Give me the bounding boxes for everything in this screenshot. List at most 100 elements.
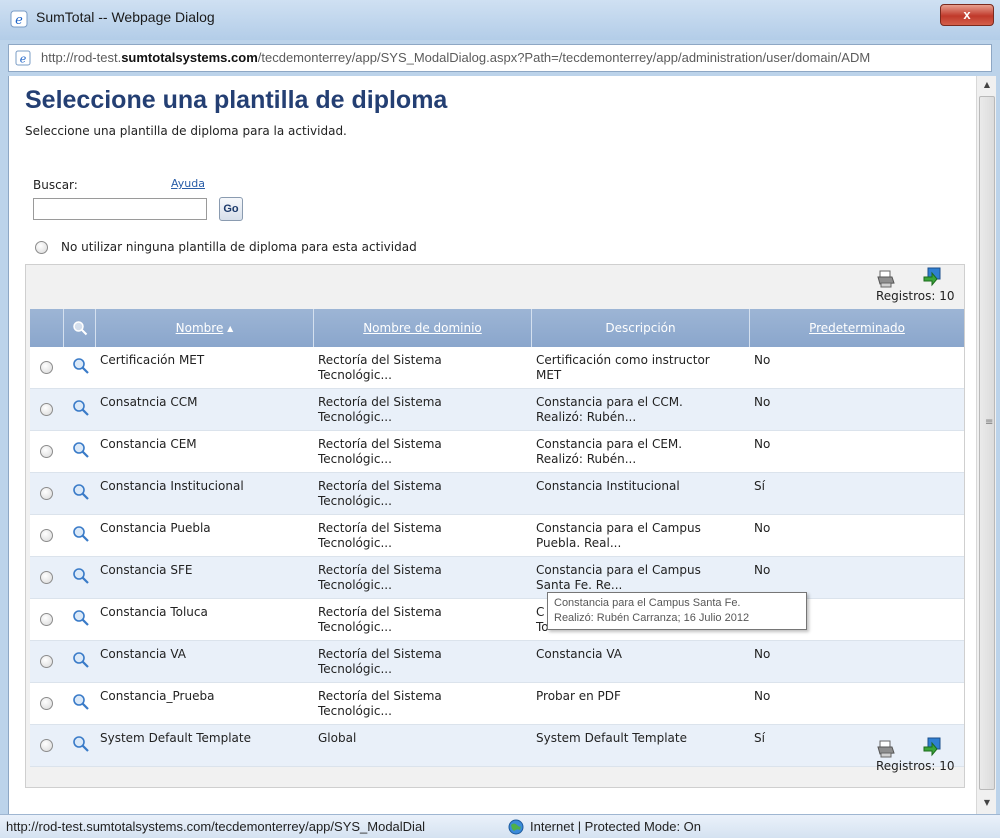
table-row[interactable]: Constancia VA Rectoría del Sistema Tecnoló… [30,641,964,683]
row-select-radio[interactable] [40,697,53,710]
row-description-line1: Constancia Institucional [536,479,680,493]
svg-text:e: e [20,53,27,66]
no-template-radio[interactable] [35,241,48,254]
table-row[interactable]: Constancia Institucional Rectoría del Sis… [30,473,964,515]
row-description-line1: Constancia para el CCM. [536,395,683,409]
row-domain-line2: Tecnológic... [318,494,392,508]
row-description: Certificación como instructor MET [536,353,746,383]
row-select-radio[interactable] [40,655,53,668]
row-description: Probar en PDF [536,689,746,704]
row-domain-line1: Rectoría del Sistema [318,353,442,367]
row-default: No [754,521,771,535]
row-domain-line2: Tecnológic... [318,452,392,466]
page-subtitle: Seleccione una plantilla de diploma para… [25,124,347,138]
address-suffix: /tecdemonterrey/app/SYS_ModalDialog.aspx… [257,50,871,65]
header-default-label: Predeterminado [809,321,905,335]
records-count-bottom: Registros: 10 [876,759,955,773]
tooltip-line1: Constancia para el Campus Santa Fe. [554,597,741,609]
row-name: Consatncia CCM [100,395,198,409]
row-description-line1: Certificación como instructor [536,353,710,367]
row-domain: Rectoría del Sistema Tecnológic... [318,395,528,425]
address-prefix: http://rod-test. [41,50,122,65]
magnifier-icon[interactable] [72,651,90,669]
row-domain: Rectoría del Sistema Tecnológic... [318,647,528,677]
scroll-up-icon[interactable]: ▲ [977,76,997,94]
tooltip-line2: Realizó: Rubén Carranza; 16 Julio 2012 [554,612,750,624]
print-icon-bottom[interactable] [876,739,896,759]
row-description-line2: Realizó: Rubén... [536,410,637,424]
status-bar: http://rod-test.sumtotalsystems.com/tecd… [0,814,1000,838]
row-domain-line2: Tecnológic... [318,578,392,592]
export-icon[interactable] [922,267,942,287]
row-domain-line1: Rectoría del Sistema [318,437,442,451]
description-tooltip: Constancia para el Campus Santa Fe. Real… [547,592,807,630]
status-url: http://rod-test.sumtotalsystems.com/tecd… [6,819,426,834]
table-row[interactable]: Constancia_Prueba Rectoría del Sistema Tec… [30,683,964,725]
row-select-radio[interactable] [40,403,53,416]
header-view [64,309,96,347]
search-label: Buscar: [33,178,78,192]
row-name: Constancia SFE [100,563,193,577]
row-domain-line2: Tecnológic... [318,620,392,634]
row-domain: Rectoría del Sistema Tecnológic... [318,605,528,635]
row-select-radio[interactable] [40,487,53,500]
row-description: Constancia para el CCM. Realizó: Rubén... [536,395,746,425]
records-count-top: Registros: 10 [876,289,955,303]
globe-icon [508,819,524,835]
row-select-radio[interactable] [40,739,53,752]
magnifier-icon[interactable] [72,525,90,543]
scroll-down-icon[interactable]: ▼ [977,794,997,812]
table-row[interactable]: Consatncia CCM Rectoría del Sistema Tecnol… [30,389,964,431]
row-description-line1: System Default Template [536,731,687,745]
row-domain: Rectoría del Sistema Tecnológic... [318,521,528,551]
header-description: Descripción [532,309,750,347]
magnifier-icon[interactable] [72,441,90,459]
magnifier-icon[interactable] [72,735,90,753]
table-row[interactable]: Constancia CEM Rectoría del Sistema Tecnol… [30,431,964,473]
print-icon[interactable] [876,269,896,289]
row-select-radio[interactable] [40,361,53,374]
magnifier-icon[interactable] [72,399,90,417]
row-default: No [754,689,771,703]
svg-text:e: e [15,13,23,28]
go-button[interactable]: Go [219,197,243,221]
table-row[interactable]: Certificación MET Rectoría del Sistema Tec… [30,347,964,389]
row-name: Constancia Institucional [100,479,244,493]
row-description-line1: Probar en PDF [536,689,621,703]
row-description: Constancia Institucional [536,479,746,494]
export-icon-bottom[interactable] [922,737,942,757]
row-domain-line2: Tecnológic... [318,536,392,550]
no-template-label: No utilizar ninguna plantilla de diploma… [61,240,417,254]
dialog-title: SumTotal -- Webpage Dialog [36,9,215,25]
row-name: Constancia CEM [100,437,197,451]
row-domain-line1: Rectoría del Sistema [318,395,442,409]
row-domain-line1: Rectoría del Sistema [318,605,442,619]
vertical-scrollbar[interactable]: ▲ ≡ ▼ [976,76,996,814]
row-select-radio[interactable] [40,613,53,626]
magnifier-icon[interactable] [72,357,90,375]
address-url: http://rod-test.sumtotalsystems.com/tecd… [41,50,989,65]
row-description-line2: MET [536,368,562,382]
magnifier-icon[interactable] [72,483,90,501]
row-select-radio[interactable] [40,445,53,458]
row-description-line2: Puebla. Real... [536,536,622,550]
header-name[interactable]: Nombre ▲ [96,309,314,347]
row-select-radio[interactable] [40,529,53,542]
header-domain[interactable]: Nombre de dominio [314,309,532,347]
search-input[interactable] [33,198,207,220]
magnifier-icon[interactable] [72,609,90,627]
help-link[interactable]: Ayuda [171,177,205,190]
table-row[interactable]: Constancia Puebla Rectoría del Sistema Tec… [30,515,964,557]
scroll-thumb[interactable]: ≡ [979,96,995,790]
close-button[interactable]: x [940,4,994,26]
header-default[interactable]: Predeterminado [750,309,964,347]
row-domain-line1: Global [318,731,357,745]
row-description: Constancia para el Campus Puebla. Real... [536,521,746,551]
table-row[interactable]: System Default Template Global System Defa… [30,725,964,767]
table-row[interactable]: Constancia SFE Rectoría del Sistema Tecnol… [30,557,964,599]
row-select-radio[interactable] [40,571,53,584]
magnifier-icon[interactable] [72,567,90,585]
table-row[interactable]: Constancia Toluca Rectoría del Sistema Tec… [30,599,964,641]
magnifier-icon[interactable] [72,693,90,711]
row-domain-line1: Rectoría del Sistema [318,521,442,535]
